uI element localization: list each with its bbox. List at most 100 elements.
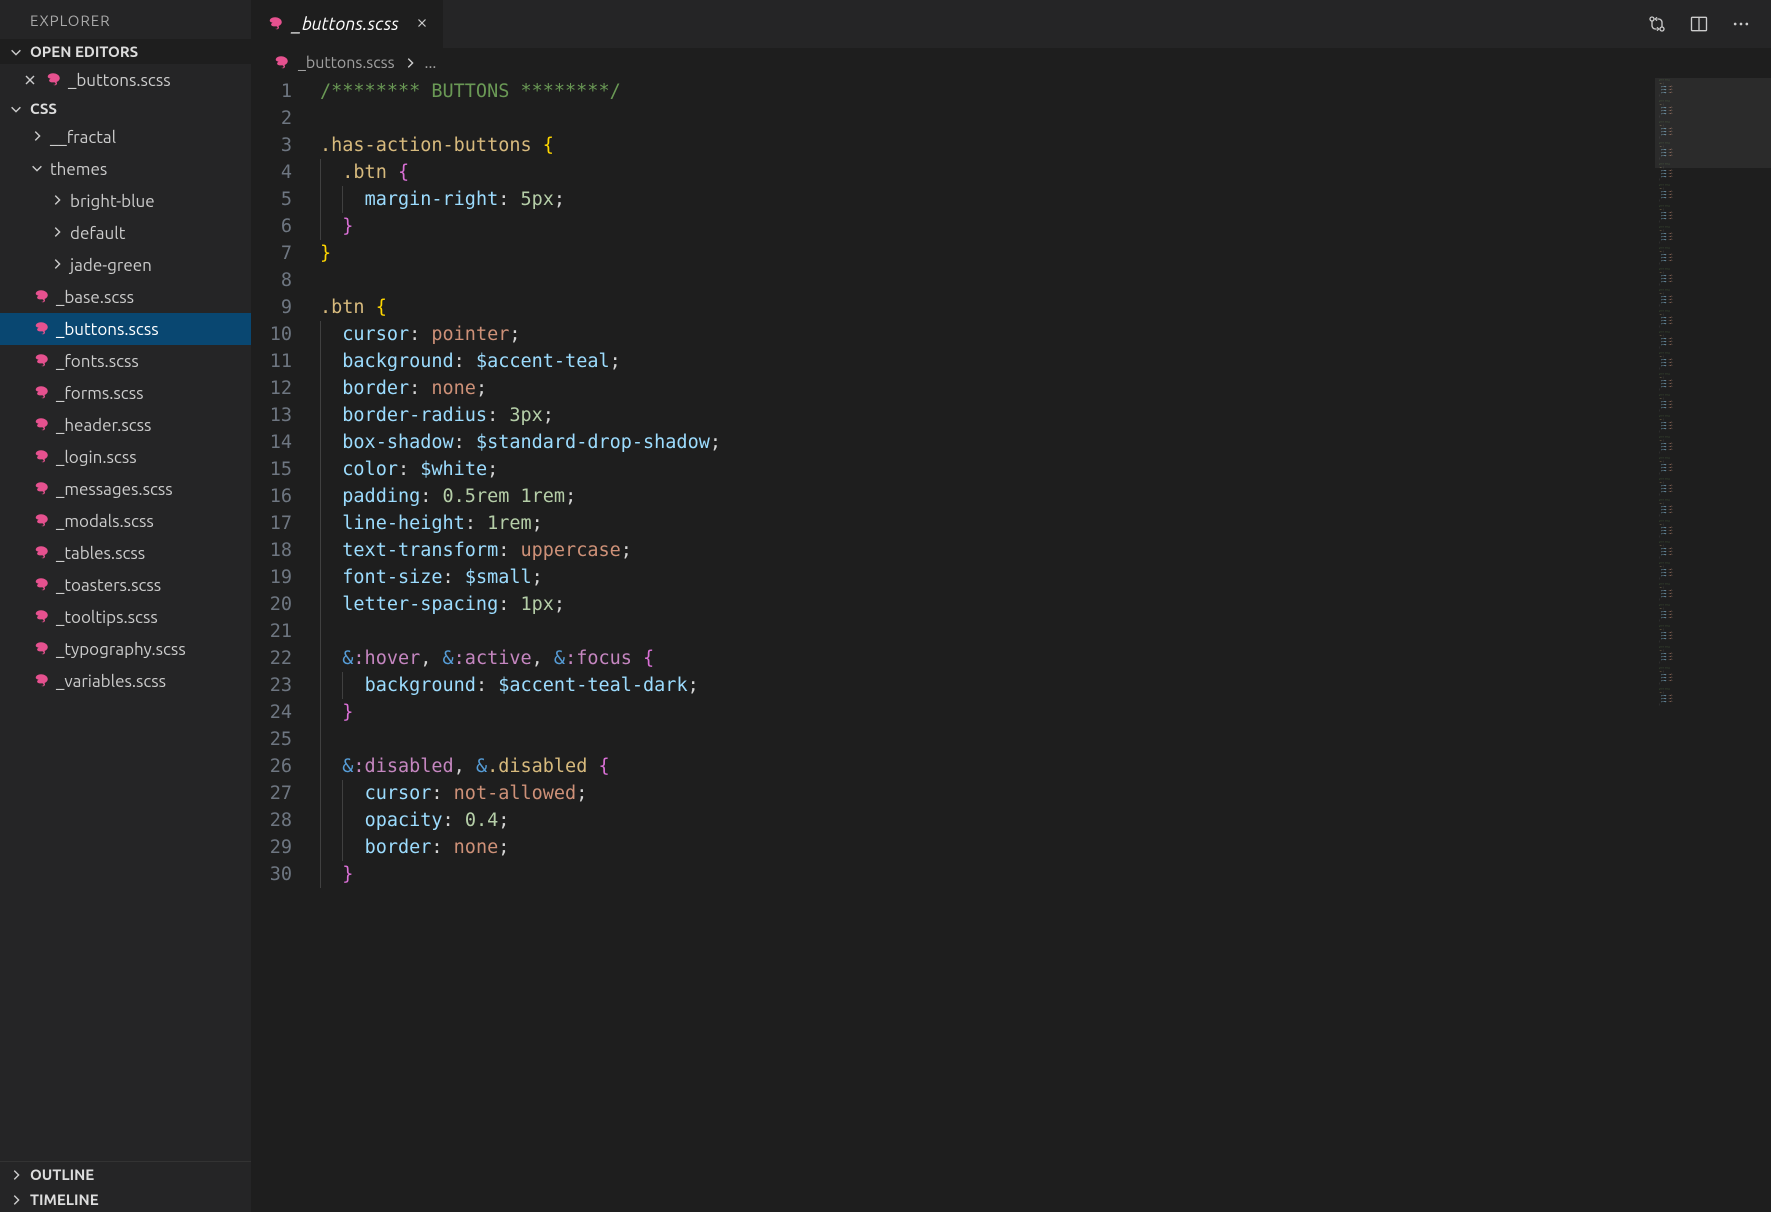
file-label: _forms.scss [56, 384, 143, 403]
file-_forms-scss[interactable]: _forms.scss [0, 377, 251, 409]
line-number: 19 [252, 564, 292, 591]
code-line[interactable]: line-height: 1rem; [320, 510, 1655, 537]
chevron-right-icon [50, 256, 64, 275]
folder-bright-blue[interactable]: bright-blue [0, 185, 251, 217]
file-_modals-scss[interactable]: _modals.scss [0, 505, 251, 537]
close-tab-icon[interactable] [415, 14, 429, 34]
timeline-label: TIMELINE [30, 1191, 99, 1208]
minimap-viewport[interactable] [1655, 78, 1771, 168]
code-line[interactable]: letter-spacing: 1px; [320, 591, 1655, 618]
folder-__fractal[interactable]: __fractal [0, 121, 251, 153]
code-line[interactable]: cursor: not-allowed; [320, 780, 1655, 807]
file-label: _toasters.scss [56, 576, 161, 595]
file-_tables-scss[interactable]: _tables.scss [0, 537, 251, 569]
scss-file-icon [32, 576, 50, 594]
code-area[interactable]: /******** BUTTONS ********/ .has-action-b… [314, 78, 1655, 1212]
outline-header[interactable]: OUTLINE [0, 1161, 251, 1187]
code-line[interactable]: cursor: pointer; [320, 321, 1655, 348]
code-line[interactable]: border-radius: 3px; [320, 402, 1655, 429]
open-editor-item[interactable]: _buttons.scss [0, 64, 251, 96]
timeline-header[interactable]: TIMELINE [0, 1187, 251, 1212]
code-line[interactable]: .btn { [320, 294, 1655, 321]
project-root-label: CSS [30, 100, 57, 117]
code-line[interactable]: opacity: 0.4; [320, 807, 1655, 834]
scss-file-icon [32, 352, 50, 370]
line-number: 14 [252, 429, 292, 456]
scss-file-icon [32, 416, 50, 434]
code-line[interactable]: &:hover, &:active, &:focus { [320, 645, 1655, 672]
code-line[interactable]: padding: 0.5rem 1rem; [320, 483, 1655, 510]
line-number: 12 [252, 375, 292, 402]
code-line[interactable]: font-size: $small; [320, 564, 1655, 591]
folder-default[interactable]: default [0, 217, 251, 249]
line-number: 9 [252, 294, 292, 321]
code-line[interactable]: text-transform: uppercase; [320, 537, 1655, 564]
line-number: 27 [252, 780, 292, 807]
close-icon[interactable] [22, 72, 38, 88]
file-_toasters-scss[interactable]: _toasters.scss [0, 569, 251, 601]
folder-label: default [70, 224, 125, 243]
file-label: _base.scss [56, 288, 134, 307]
code-line[interactable] [320, 618, 1655, 645]
file-_fonts-scss[interactable]: _fonts.scss [0, 345, 251, 377]
chevron-right-icon [8, 1193, 24, 1207]
file-label: _login.scss [56, 448, 137, 467]
code-line[interactable]: color: $white; [320, 456, 1655, 483]
code-line[interactable]: } [320, 861, 1655, 888]
open-editors-label: OPEN EDITORS [30, 43, 138, 60]
open-editors-header[interactable]: OPEN EDITORS [0, 39, 251, 64]
code-line[interactable]: background: $accent-teal-dark; [320, 672, 1655, 699]
scss-file-icon [32, 608, 50, 626]
folder-jade-green[interactable]: jade-green [0, 249, 251, 281]
file-_header-scss[interactable]: _header.scss [0, 409, 251, 441]
file-tree[interactable]: __fractalthemes bright-blue default jade-gr… [0, 121, 251, 1161]
more-actions-icon[interactable] [1731, 14, 1751, 34]
breadcrumb[interactable]: _buttons.scss ... [252, 48, 1771, 78]
line-number: 13 [252, 402, 292, 429]
code-line[interactable]: } [320, 213, 1655, 240]
split-editor-icon[interactable] [1689, 14, 1709, 34]
project-root-header[interactable]: CSS [0, 96, 251, 121]
file-_base-scss[interactable]: _base.scss [0, 281, 251, 313]
outline-label: OUTLINE [30, 1166, 94, 1183]
line-number: 3 [252, 132, 292, 159]
file-_login-scss[interactable]: _login.scss [0, 441, 251, 473]
line-number: 2 [252, 105, 292, 132]
minimap[interactable]: /*** ***/ .x { prop: val; prop: val; pro… [1655, 78, 1771, 1212]
explorer-panel: EXPLORER OPEN EDITORS _buttons.scss CSS … [0, 0, 252, 1212]
file-_variables-scss[interactable]: _variables.scss [0, 665, 251, 697]
chevron-right-icon [50, 192, 64, 211]
code-line[interactable] [320, 726, 1655, 753]
file-_buttons-scss[interactable]: _buttons.scss [0, 313, 251, 345]
file-label: _messages.scss [56, 480, 173, 499]
code-line[interactable]: /******** BUTTONS ********/ [320, 78, 1655, 105]
scss-file-icon [32, 640, 50, 658]
line-number: 24 [252, 699, 292, 726]
editor[interactable]: 1234567891011121314151617181920212223242… [252, 78, 1771, 1212]
code-line[interactable]: background: $accent-teal; [320, 348, 1655, 375]
code-line[interactable]: .has-action-buttons { [320, 132, 1655, 159]
folder-label: themes [50, 160, 107, 179]
line-number: 22 [252, 645, 292, 672]
code-line[interactable] [320, 105, 1655, 132]
code-line[interactable]: border: none; [320, 834, 1655, 861]
file-_tooltips-scss[interactable]: _tooltips.scss [0, 601, 251, 633]
file-_typography-scss[interactable]: _typography.scss [0, 633, 251, 665]
tab-bar: _buttons.scss [252, 0, 1771, 48]
compare-changes-icon[interactable] [1647, 14, 1667, 34]
scss-file-icon [32, 384, 50, 402]
code-line[interactable] [320, 267, 1655, 294]
chevron-right-icon [8, 1168, 24, 1182]
folder-themes[interactable]: themes [0, 153, 251, 185]
file-_messages-scss[interactable]: _messages.scss [0, 473, 251, 505]
code-line[interactable]: .btn { [320, 159, 1655, 186]
file-label: _variables.scss [56, 672, 166, 691]
code-line[interactable]: } [320, 240, 1655, 267]
code-line[interactable]: margin-right: 5px; [320, 186, 1655, 213]
code-line[interactable]: box-shadow: $standard-drop-shadow; [320, 429, 1655, 456]
editor-tab[interactable]: _buttons.scss [252, 0, 443, 48]
code-line[interactable]: border: none; [320, 375, 1655, 402]
code-line[interactable]: &:disabled, &.disabled { [320, 753, 1655, 780]
scss-file-icon [32, 480, 50, 498]
code-line[interactable]: } [320, 699, 1655, 726]
